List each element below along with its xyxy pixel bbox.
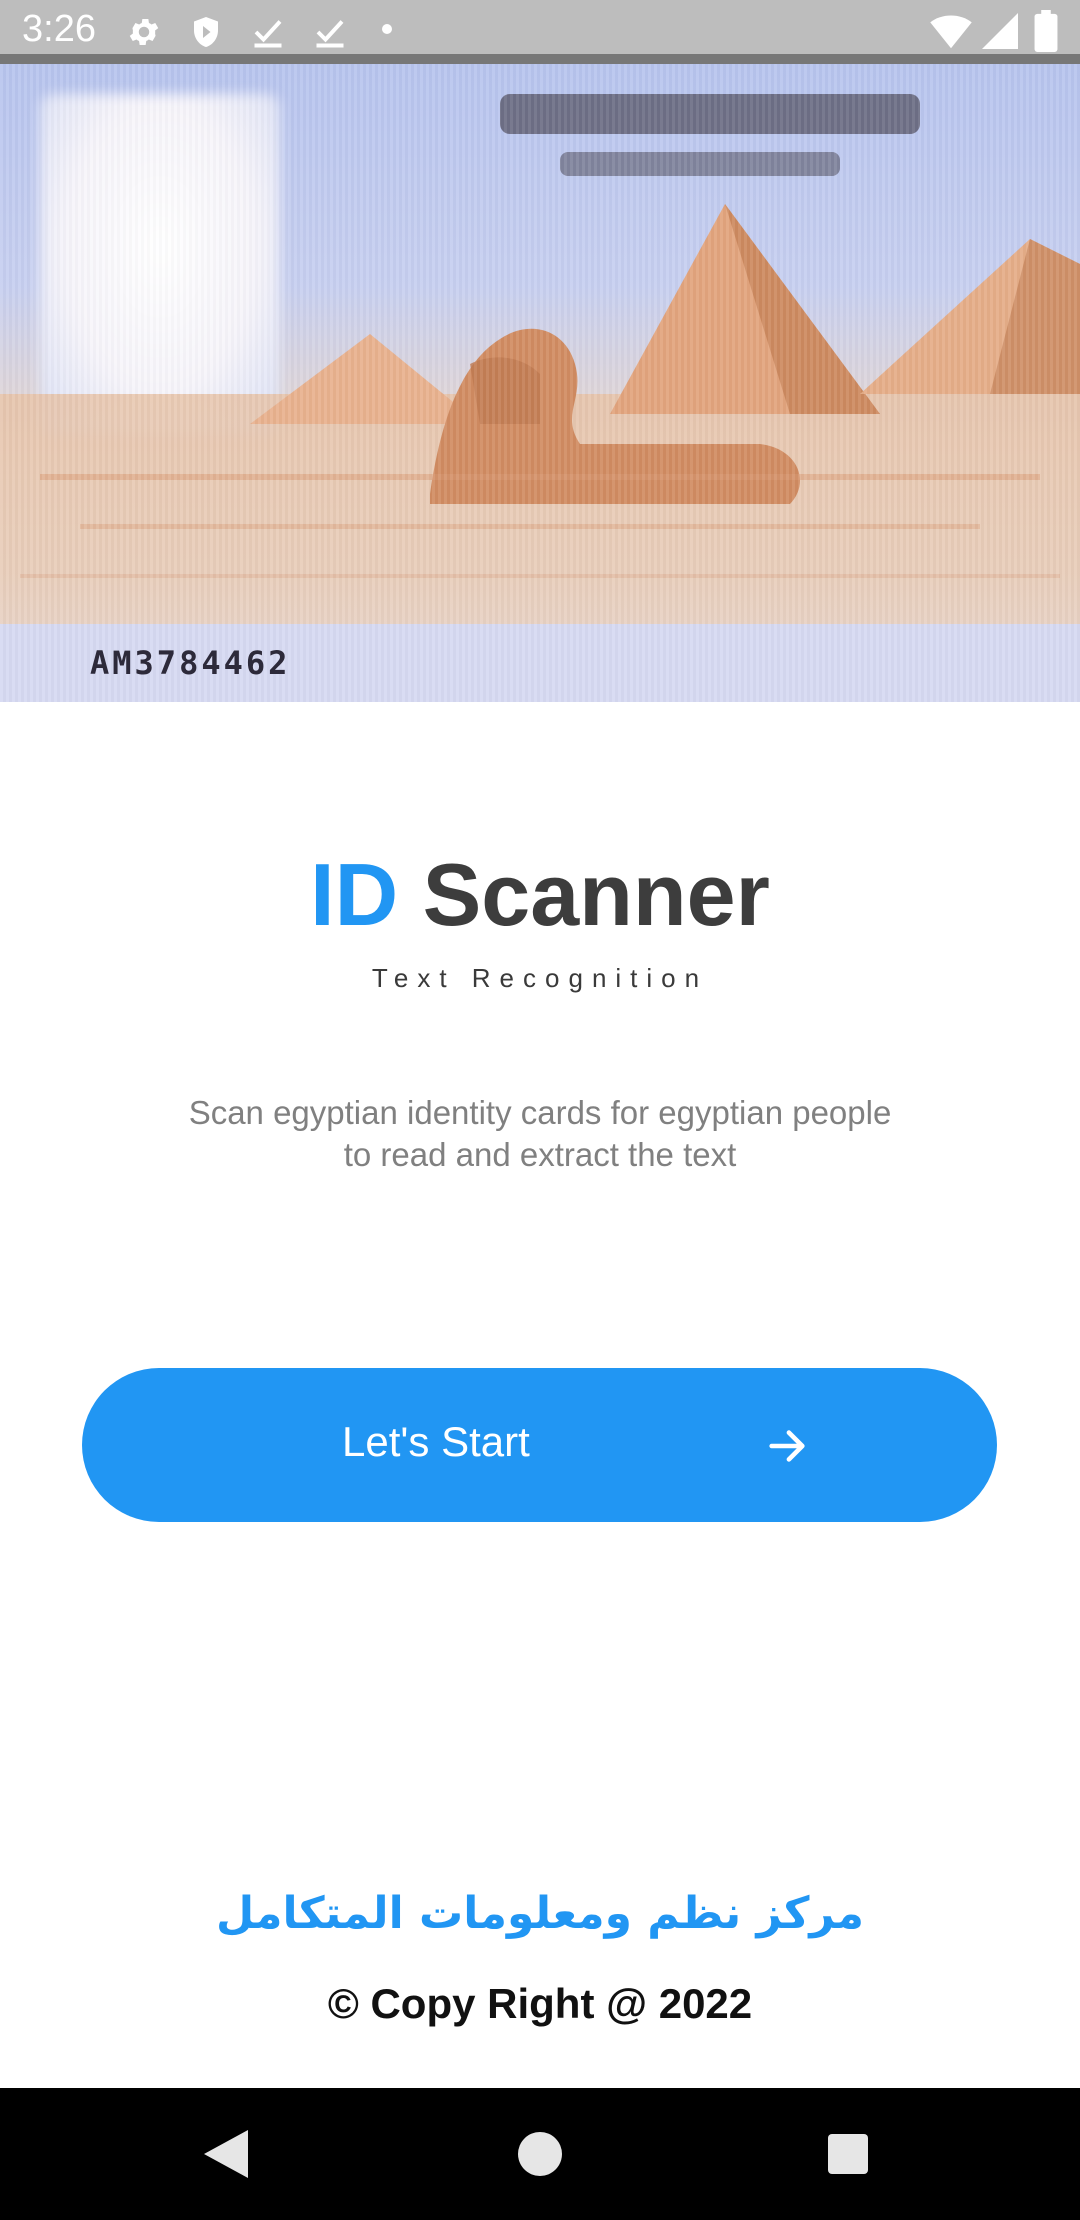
gear-icon — [126, 14, 162, 55]
dot-icon — [380, 22, 394, 41]
battery-icon — [1034, 10, 1058, 57]
status-time: 3:26 — [22, 8, 96, 50]
check-icon — [312, 14, 348, 55]
description-line-1: Scan egyptian identity cards for egyptia… — [188, 1094, 892, 1131]
card-texture — [0, 64, 1080, 702]
app-title: ID Scanner — [0, 845, 1080, 945]
back-icon[interactable] — [200, 2126, 252, 2187]
footer-copyright: © Copy Right @ 2022 — [327, 1980, 753, 2027]
signal-icon — [982, 12, 1018, 55]
title-scanner: Scanner — [422, 845, 770, 944]
wifi-icon — [930, 12, 972, 55]
check-icon — [250, 14, 286, 55]
status-divider — [0, 54, 1080, 64]
hero-id-card-image: AM3784462 — [0, 64, 1080, 702]
card-number: AM3784462 — [90, 644, 291, 682]
shield-icon — [188, 14, 224, 55]
title-id: ID — [310, 845, 399, 944]
app-description: Scan egyptian identity cards for egyptia… — [120, 1092, 960, 1176]
home-icon[interactable] — [516, 2126, 564, 2187]
status-bar: 3:26 — [0, 0, 1080, 64]
arrow-right-icon — [764, 1423, 810, 1472]
system-nav-bar — [0, 2088, 1080, 2220]
lets-start-button[interactable]: Let's Start — [82, 1368, 997, 1522]
app-subtitle: Text Recognition — [371, 963, 709, 993]
description-line-2: to read and extract the text — [343, 1136, 737, 1173]
lets-start-label: Let's Start — [342, 1418, 530, 1465]
footer-organization-name: مركز نظم ومعلومات المتكامل — [215, 1888, 865, 1939]
recents-icon[interactable] — [826, 2132, 870, 2181]
